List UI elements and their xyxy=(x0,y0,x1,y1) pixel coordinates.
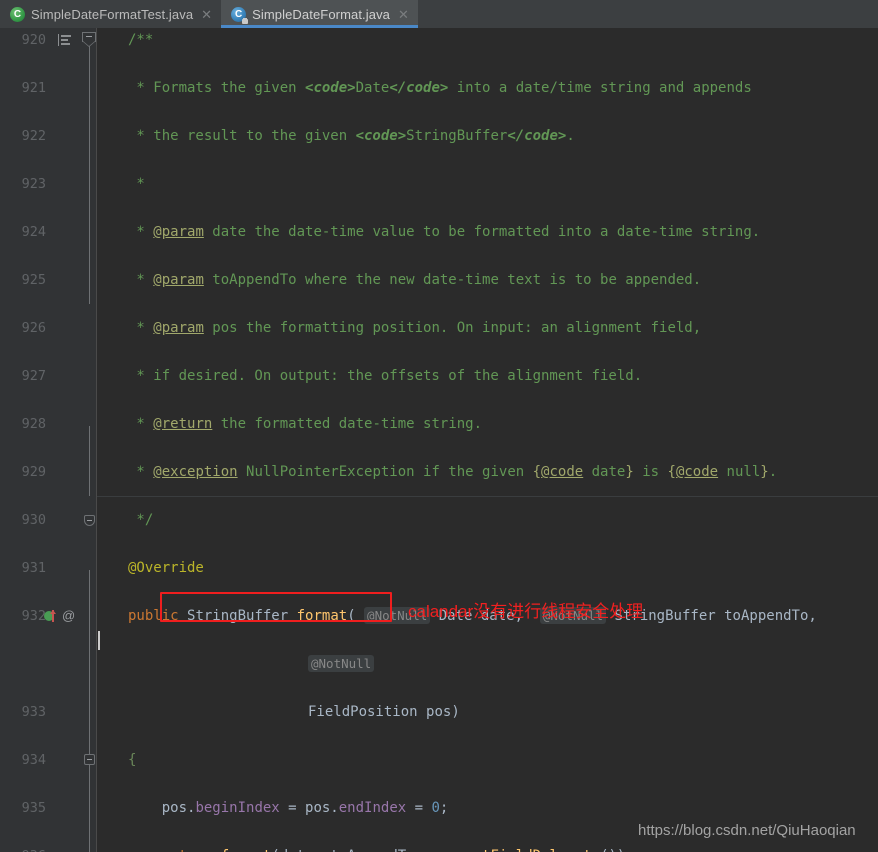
editor-window: C SimpleDateFormatTest.java ✕ C SimpleDa… xyxy=(0,0,878,852)
line-number: 920 xyxy=(21,32,46,48)
fold-marker-icon[interactable] xyxy=(84,515,95,526)
code-line[interactable]: 922 * the result to the given <code>Stri… xyxy=(0,124,878,148)
fold-marker-icon[interactable] xyxy=(84,754,95,771)
line-number: 928 xyxy=(21,416,46,432)
code-text: * @param pos the formatting position. On… xyxy=(128,320,702,336)
code-text: * if desired. On output: the offsets of … xyxy=(128,368,643,384)
code-text: { xyxy=(128,752,137,768)
line-number: 923 xyxy=(21,176,46,192)
tab-label: SimpleDateFormat.java xyxy=(252,6,391,22)
tab-simple-date-format-test[interactable]: C SimpleDateFormatTest.java ✕ xyxy=(0,0,222,28)
code-text: * the result to the given <code>StringBu… xyxy=(128,128,575,144)
javadoc-render-icon[interactable] xyxy=(58,34,71,46)
code-text: * @return the formatted date-time string… xyxy=(128,416,483,432)
line-number: 925 xyxy=(21,272,46,288)
code-line[interactable]: 928 * @return the formatted date-time st… xyxy=(0,412,878,436)
code-text: * @param date the date-time value to be … xyxy=(128,224,761,240)
code-line[interactable]: 924 * @param date the date-time value to… xyxy=(0,220,878,244)
line-number: 931 xyxy=(21,560,46,576)
line-number: 933 xyxy=(21,704,46,720)
java-class-locked-icon: C xyxy=(231,6,249,24)
code-text: * @param toAppendTo where the new date-t… xyxy=(128,272,702,288)
annotation-note: calandar没有进行线程安全处理 xyxy=(408,602,644,621)
tab-label: SimpleDateFormatTest.java xyxy=(31,6,194,22)
code-text: @Override xyxy=(128,560,204,576)
lock-icon xyxy=(242,18,249,24)
line-number: 929 xyxy=(21,464,46,480)
line-number: 932 xyxy=(21,608,46,624)
line-number: 922 xyxy=(21,128,46,144)
code-line[interactable]: 923 * xyxy=(0,172,878,196)
code-line[interactable]: 933 FieldPosition pos) xyxy=(0,700,878,724)
line-number: 921 xyxy=(21,80,46,96)
code-text: pos.beginIndex = pos.endIndex = 0; xyxy=(128,800,449,816)
close-icon[interactable]: ✕ xyxy=(201,8,212,21)
code-line[interactable]: 921 * Formats the given <code>Date</code… xyxy=(0,76,878,100)
code-line[interactable]: 926 * @param pos the formatting position… xyxy=(0,316,878,340)
code-lines: 920 /** 921 * Formats the given <code>Da… xyxy=(0,28,878,852)
line-number: 924 xyxy=(21,224,46,240)
annotation-marker-icon[interactable]: @ xyxy=(62,604,75,628)
code-line[interactable]: 925 * @param toAppendTo where the new da… xyxy=(0,268,878,292)
code-line[interactable]: 920 /** xyxy=(0,28,878,52)
code-text: @NotNull xyxy=(308,652,375,676)
code-line[interactable]: 934 { xyxy=(0,748,878,772)
code-text: FieldPosition pos) xyxy=(308,704,460,720)
watermark-text: https://blog.csdn.net/QiuHaoqian xyxy=(638,822,856,839)
fold-marker-icon[interactable] xyxy=(82,32,96,47)
code-line[interactable]: 929 * @exception NullPointerException if… xyxy=(0,460,878,484)
line-number: 936 xyxy=(0,844,46,852)
code-text: * @exception NullPointerException if the… xyxy=(128,464,778,480)
code-line[interactable]: 930 */ xyxy=(0,508,878,532)
line-number: 927 xyxy=(21,368,46,384)
code-line-inlay: @NotNull xyxy=(0,652,878,676)
editor-tab-bar: C SimpleDateFormatTest.java ✕ C SimpleDa… xyxy=(0,0,878,28)
line-number: 935 xyxy=(21,800,46,816)
line-number: 926 xyxy=(21,320,46,336)
text-caret xyxy=(98,631,100,650)
line-number: 934 xyxy=(21,752,46,768)
java-class-icon: C xyxy=(10,6,25,22)
close-icon[interactable]: ✕ xyxy=(398,8,409,21)
code-line[interactable]: 931 @Override xyxy=(0,556,878,580)
code-line[interactable]: 935 pos.beginIndex = pos.endIndex = 0; xyxy=(0,796,878,820)
code-text: /** xyxy=(128,32,154,48)
code-text: * xyxy=(128,176,145,192)
line-number: 930 xyxy=(21,512,46,528)
code-line[interactable]: 927 * if desired. On output: the offsets… xyxy=(0,364,878,388)
code-text: */ xyxy=(128,512,154,528)
code-line[interactable]: 936 return format(date, toAppendTo, pos.… xyxy=(0,844,878,852)
code-text: return format(date, toAppendTo, pos.getF… xyxy=(128,844,634,852)
implementing-method-icon[interactable] xyxy=(44,610,56,622)
code-text: * Formats the given <code>Date</code> in… xyxy=(128,80,752,96)
tab-simple-date-format[interactable]: C SimpleDateFormat.java ✕ xyxy=(221,0,418,28)
code-editor[interactable]: 920 /** 921 * Formats the given <code>Da… xyxy=(0,28,878,852)
